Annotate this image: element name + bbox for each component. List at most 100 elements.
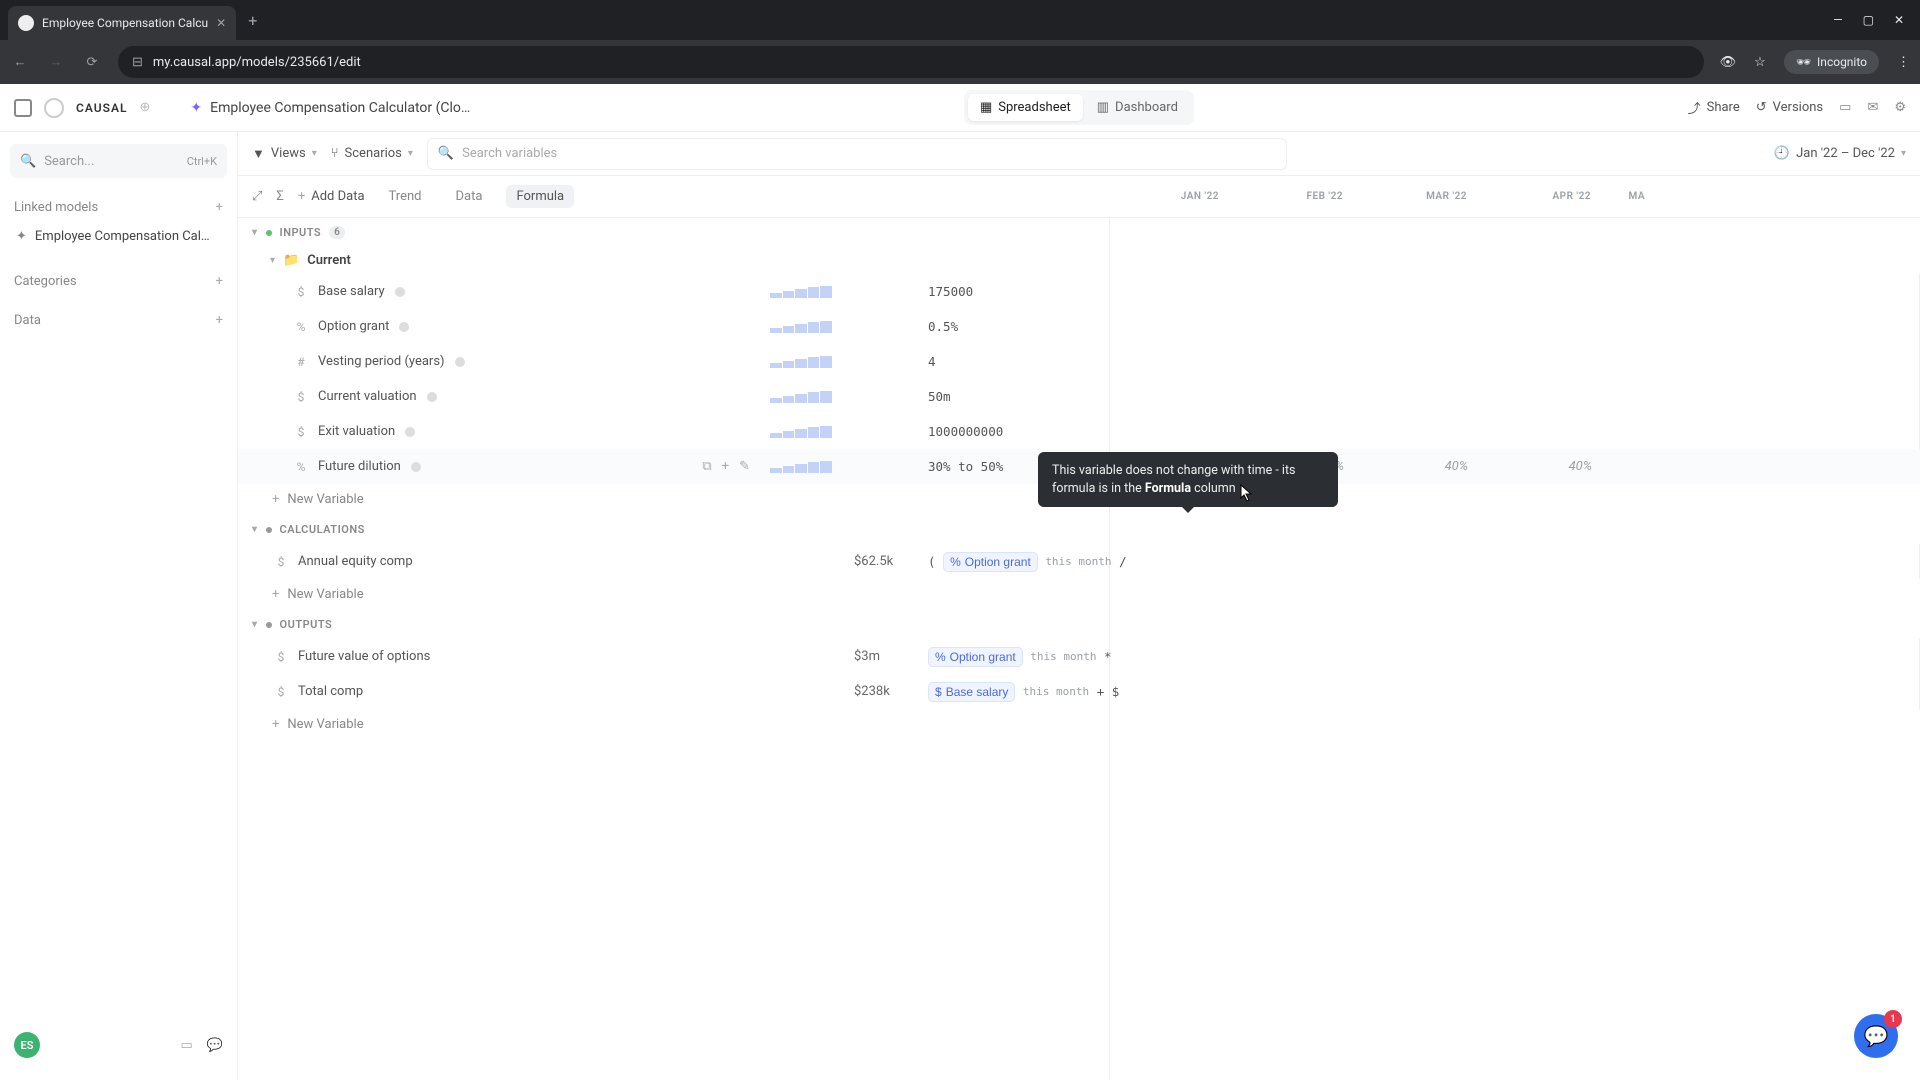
close-tab-icon[interactable]: ✕ [216,16,226,30]
date-range-picker[interactable]: 🕘 Jan '22 – Dec '22 ▾ [1774,146,1906,161]
sidebar-toggle-icon[interactable] [14,99,32,117]
cursor-icon [1240,484,1254,502]
tab-dashboard[interactable]: ▥ Dashboard [1085,94,1190,121]
menu-icon[interactable]: ⋮ [1897,55,1910,70]
reload-icon[interactable]: ⟳ [82,55,102,70]
share-button[interactable]: ⤴ Share [1688,98,1740,117]
info-icon[interactable] [405,427,415,437]
info-icon[interactable] [455,357,465,367]
chat-toggle-icon[interactable]: 💬 [207,1038,223,1053]
panel-icon[interactable]: ▭ [181,1038,193,1053]
chevron-down-icon: ▾ [1901,148,1906,159]
variable-name: Vesting period (years) [318,354,445,369]
data-pill[interactable]: Data [446,185,493,208]
chat-badge: 1 [1884,1010,1902,1028]
variable-token[interactable]: % Option grant [928,647,1023,667]
user-avatar[interactable]: ES [14,1032,40,1058]
categories-header[interactable]: Categories + [10,272,227,291]
sidebar-item-linked-model[interactable]: ✦ Employee Compensation Cal… [10,221,227,252]
maximize-icon[interactable]: ▢ [1863,13,1874,27]
section-inputs[interactable]: ▾ INPUTS 6 [238,218,1920,247]
copy-icon[interactable]: ⧉ [702,459,711,474]
brand-name: CAUSAL [76,101,127,115]
add-data-button[interactable]: + Add Data [298,189,365,204]
formula-cell[interactable]: 175000 [918,274,1920,309]
site-info-icon[interactable]: ⊟ [132,55,143,70]
dollar-icon: $ [294,425,308,439]
row-option-grant[interactable]: % Option grant 0.5% [238,309,1920,344]
variable-search[interactable]: 🔍 Search variables [427,138,1287,170]
bookmark-icon[interactable]: ☆ [1754,55,1766,70]
address-bar[interactable]: ⊟ my.causal.app/models/235661/edit [118,46,1704,78]
cell[interactable]: 40% [1358,449,1482,484]
formula-cell[interactable]: % Option grant this month * [918,639,1920,674]
row-vesting[interactable]: # Vesting period (years) 4 [238,344,1920,379]
row-current-valuation[interactable]: $ Current valuation 50m [238,379,1920,414]
settings-icon[interactable]: ⚙ [1894,100,1906,115]
info-icon[interactable] [427,392,437,402]
chevron-down-icon: ▾ [408,148,413,159]
info-icon[interactable] [395,287,405,297]
add-data-icon[interactable]: + [216,313,223,328]
chat-bubble[interactable]: 💬 1 [1854,1014,1898,1058]
model-icon: ✦ [16,229,27,244]
tab-spreadsheet[interactable]: ▦ Spreadsheet [968,94,1083,121]
forward-icon[interactable]: → [46,54,66,70]
versions-button[interactable]: ↺ Versions [1756,100,1823,115]
new-tab-button[interactable]: + [236,11,269,30]
variable-token[interactable]: $ Base salary [928,682,1015,702]
add-category-icon[interactable]: + [216,274,223,289]
new-variable-button[interactable]: + New Variable [238,579,1920,610]
formula-cell[interactable]: 0.5% [918,309,1920,344]
formula-cell[interactable]: 4 [918,344,1920,379]
formula-cell[interactable]: 50m [918,379,1920,414]
info-icon[interactable] [399,322,409,332]
views-dropdown[interactable]: ▼ Views ▾ [252,146,317,162]
row-base-salary[interactable]: $ Base salary 175000 [238,274,1920,309]
sheet[interactable]: ▾ INPUTS 6 ▾ 📁 Current $ Base salary [238,218,1920,1080]
filter-icon: ▼ [252,146,265,162]
formula-pill[interactable]: Formula [506,185,574,208]
search-shortcut: Ctrl+K [187,155,217,168]
eye-off-icon[interactable]: 👁 [1720,55,1737,70]
formula-cell[interactable]: 1000000000 [918,414,1920,449]
new-variable-button[interactable]: + New Variable [238,709,1920,740]
model-title[interactable]: ✦ Employee Compensation Calculator (Clo… [190,100,470,116]
hash-icon: # [294,355,308,369]
row-annual-equity[interactable]: $ Annual equity comp $62.5k ( % Option g… [238,544,1920,579]
app-header: CAUSAL ⊕ ✦ Employee Compensation Calcula… [0,84,1920,132]
sigma-icon[interactable]: Σ [276,189,283,204]
add-linked-model-icon[interactable]: + [216,200,223,215]
close-window-icon[interactable]: ✕ [1894,13,1904,27]
sidebar-search[interactable]: 🔍 Search... Ctrl+K [10,144,227,178]
dollar-icon: $ [294,285,308,299]
section-calculations[interactable]: ▾ CALCULATIONS [238,515,1920,544]
trend-pill[interactable]: Trend [379,185,432,208]
variable-name: Option grant [318,319,389,334]
formula-cell[interactable]: ( % Option grant this month / [918,544,1920,579]
scenarios-dropdown[interactable]: ⑂ Scenarios ▾ [331,146,413,161]
browser-toolbar: ← → ⟳ ⊟ my.causal.app/models/235661/edit… [0,40,1920,84]
expand-icon[interactable]: ⤢ [252,189,262,204]
browser-tab[interactable]: Employee Compensation Calcu ✕ [8,6,236,40]
section-outputs[interactable]: ▾ OUTPUTS [238,610,1920,639]
row-total-comp[interactable]: $ Total comp $238k $ Base salary this mo… [238,674,1920,709]
row-exit-valuation[interactable]: $ Exit valuation 1000000000 [238,414,1920,449]
minimize-icon[interactable]: — [1833,13,1842,27]
notification-icon[interactable]: ⊕ [139,100,150,115]
incognito-icon: 🕶 [1796,55,1811,69]
comment-icon[interactable]: ✉ [1867,100,1878,115]
edit-icon[interactable]: ✎ [739,459,750,474]
row-future-options[interactable]: $ Future value of options $3m % Option g… [238,639,1920,674]
data-header[interactable]: Data + [10,311,227,330]
cell[interactable]: 40% [1482,449,1606,484]
back-icon[interactable]: ← [10,54,30,70]
present-icon[interactable]: ▭ [1839,100,1851,115]
dollar-icon: $ [274,685,288,699]
status-dot-icon [266,230,272,236]
add-column-icon[interactable]: + [722,459,729,474]
info-icon[interactable] [411,462,421,472]
variable-token[interactable]: % Option grant [943,552,1038,572]
formula-cell[interactable]: $ Base salary this month + $ [918,674,1920,709]
folder-current[interactable]: ▾ 📁 Current [238,247,1920,274]
